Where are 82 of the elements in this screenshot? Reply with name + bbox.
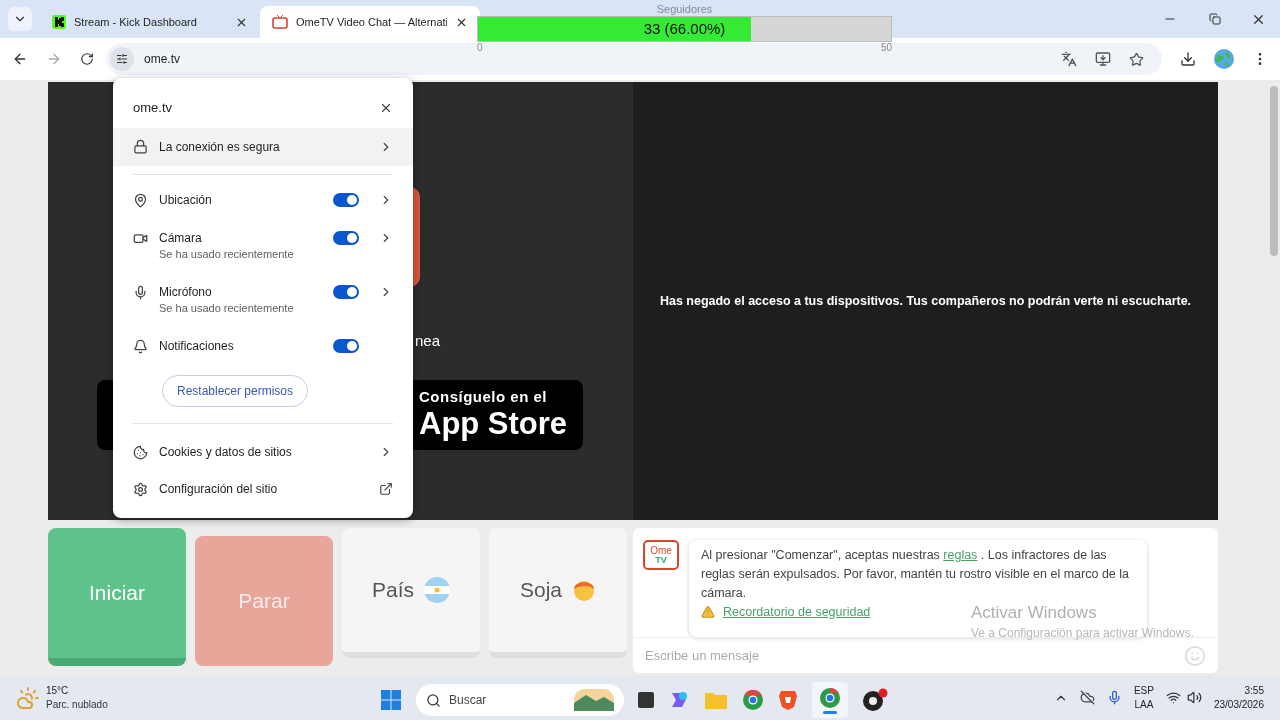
temperature-text: 15°C: [46, 683, 70, 698]
settings-icon: [133, 481, 148, 497]
recording-app-icon[interactable]: [862, 688, 888, 712]
partial-text: nea: [415, 331, 441, 351]
clock-time: 3:55: [1244, 683, 1264, 698]
install-app-icon[interactable]: [1095, 51, 1111, 67]
toggle-switch[interactable]: [333, 192, 359, 207]
tab-title: OmeTV Video Chat — Alternati: [296, 14, 447, 30]
popup-menu-item[interactable]: Configuración del sitio: [113, 470, 413, 508]
volume-icon[interactable]: [1186, 690, 1202, 705]
logo-text: Ome: [650, 545, 672, 556]
device-access-message: Has negado el acceso a tus dispositivos. Tus compañeros no podrán verte ni escucharte.: [659, 292, 1192, 310]
permission-label: Ubicación: [159, 191, 213, 208]
permission-note: Se ha usado recientemente: [159, 246, 295, 262]
language-code: ESP: [1133, 683, 1154, 698]
warning-icon: [701, 605, 715, 620]
taskbar-search-field[interactable]: Buscar: [416, 684, 624, 716]
search-placeholder: Buscar: [449, 692, 488, 709]
microphone-icon: [133, 284, 148, 300]
gender-button[interactable]: Soja: [489, 528, 627, 658]
permission-label: Notificaciones: [159, 337, 235, 354]
logo-text: TV: [655, 555, 667, 565]
menu-item-label: Configuración del sitio: [159, 481, 279, 498]
language-indicator[interactable]: ESP LAA: [1133, 683, 1154, 712]
popup-title: ome.tv: [133, 99, 172, 117]
tab-search-button[interactable]: [8, 7, 32, 31]
reset-permissions-button[interactable]: Restablecer permisos: [162, 374, 309, 407]
cloud-icon[interactable]: [1079, 690, 1095, 705]
permission-note: Se ha usado recientemente: [159, 300, 295, 316]
browser-tab[interactable]: Stream - Kick Dashboard: [40, 6, 260, 38]
store-line: Consíguelo en el: [419, 388, 547, 406]
translate-icon[interactable]: [1061, 51, 1077, 67]
location-pin-icon: [133, 192, 148, 208]
tv-favicon-icon: [272, 15, 288, 29]
url-text: ome.tv: [144, 51, 181, 68]
download-icon[interactable]: [1180, 51, 1196, 67]
chrome-icon[interactable]: [742, 689, 764, 711]
message-input[interactable]: Escribe un mensaje: [633, 637, 1218, 673]
landscape-icon: [574, 689, 614, 711]
network-icon[interactable]: [1165, 690, 1181, 705]
scale-min: 0: [477, 42, 483, 54]
progress-reading: 33 (66.00%): [642, 18, 727, 39]
lock-icon: [133, 139, 148, 154]
external-link-icon: [379, 482, 393, 496]
connection-security-row[interactable]: La conexión es segura: [113, 127, 413, 166]
permission-label: Cámara: [159, 229, 203, 246]
chrome-icon: [819, 686, 841, 709]
site-controls-icon[interactable]: [110, 47, 134, 71]
weather-text: Parc. nublado: [46, 697, 108, 712]
menu-item-label: Cookies y datos de sitios: [159, 444, 293, 461]
toggle-switch[interactable]: [333, 338, 359, 353]
back-icon[interactable]: [12, 51, 28, 67]
microphone-icon[interactable]: [1106, 690, 1122, 705]
browser-tab[interactable]: OmeTV Video Chat — Alternati: [260, 6, 480, 38]
scale-max: 50: [880, 42, 892, 54]
menu-item-label: La conexión es segura: [159, 138, 281, 156]
profile-globe-icon[interactable]: [1214, 49, 1234, 69]
store-name: App Store: [419, 406, 568, 442]
flag-icon: [424, 577, 450, 603]
active-app-tile[interactable]: [812, 682, 848, 718]
toggle-switch[interactable]: [333, 284, 359, 299]
bookmark-star-icon[interactable]: [1129, 51, 1144, 67]
activation-title: Activar Windows: [971, 602, 1098, 624]
tab-title: Stream - Kick Dashboard: [74, 14, 198, 30]
tab-favicon-icon: [52, 15, 66, 29]
layout-code: LAA: [1134, 697, 1154, 712]
start-icon[interactable]: [380, 689, 402, 711]
popup-menu-item[interactable]: Cookies y datos de sitios: [113, 433, 413, 471]
restore-icon[interactable]: [1209, 13, 1221, 25]
followers-label: Seguidores: [655, 2, 714, 16]
reload-icon[interactable]: [80, 52, 94, 66]
clock-date: 23/03/2026: [1213, 697, 1264, 712]
bell-icon: [133, 338, 148, 354]
toggle-switch[interactable]: [333, 230, 359, 245]
message-input[interactable]: Escribe un mensaje: [645, 645, 1184, 666]
search-icon: [426, 692, 441, 708]
clock[interactable]: 3:55 23/03/2026: [1213, 683, 1264, 712]
scrollbar[interactable]: [1270, 86, 1278, 256]
permission-label: Micrófono: [159, 283, 213, 300]
rules-notice: Al presionar "Comenzar", aceptas nuestras reglas . Los infractores de las reglas serán expulsados. Por favor, mantén tu rostro visible en el marco de la cámara.: [701, 547, 1130, 602]
country-button[interactable]: País: [342, 528, 480, 658]
cookie-icon: [133, 444, 148, 460]
